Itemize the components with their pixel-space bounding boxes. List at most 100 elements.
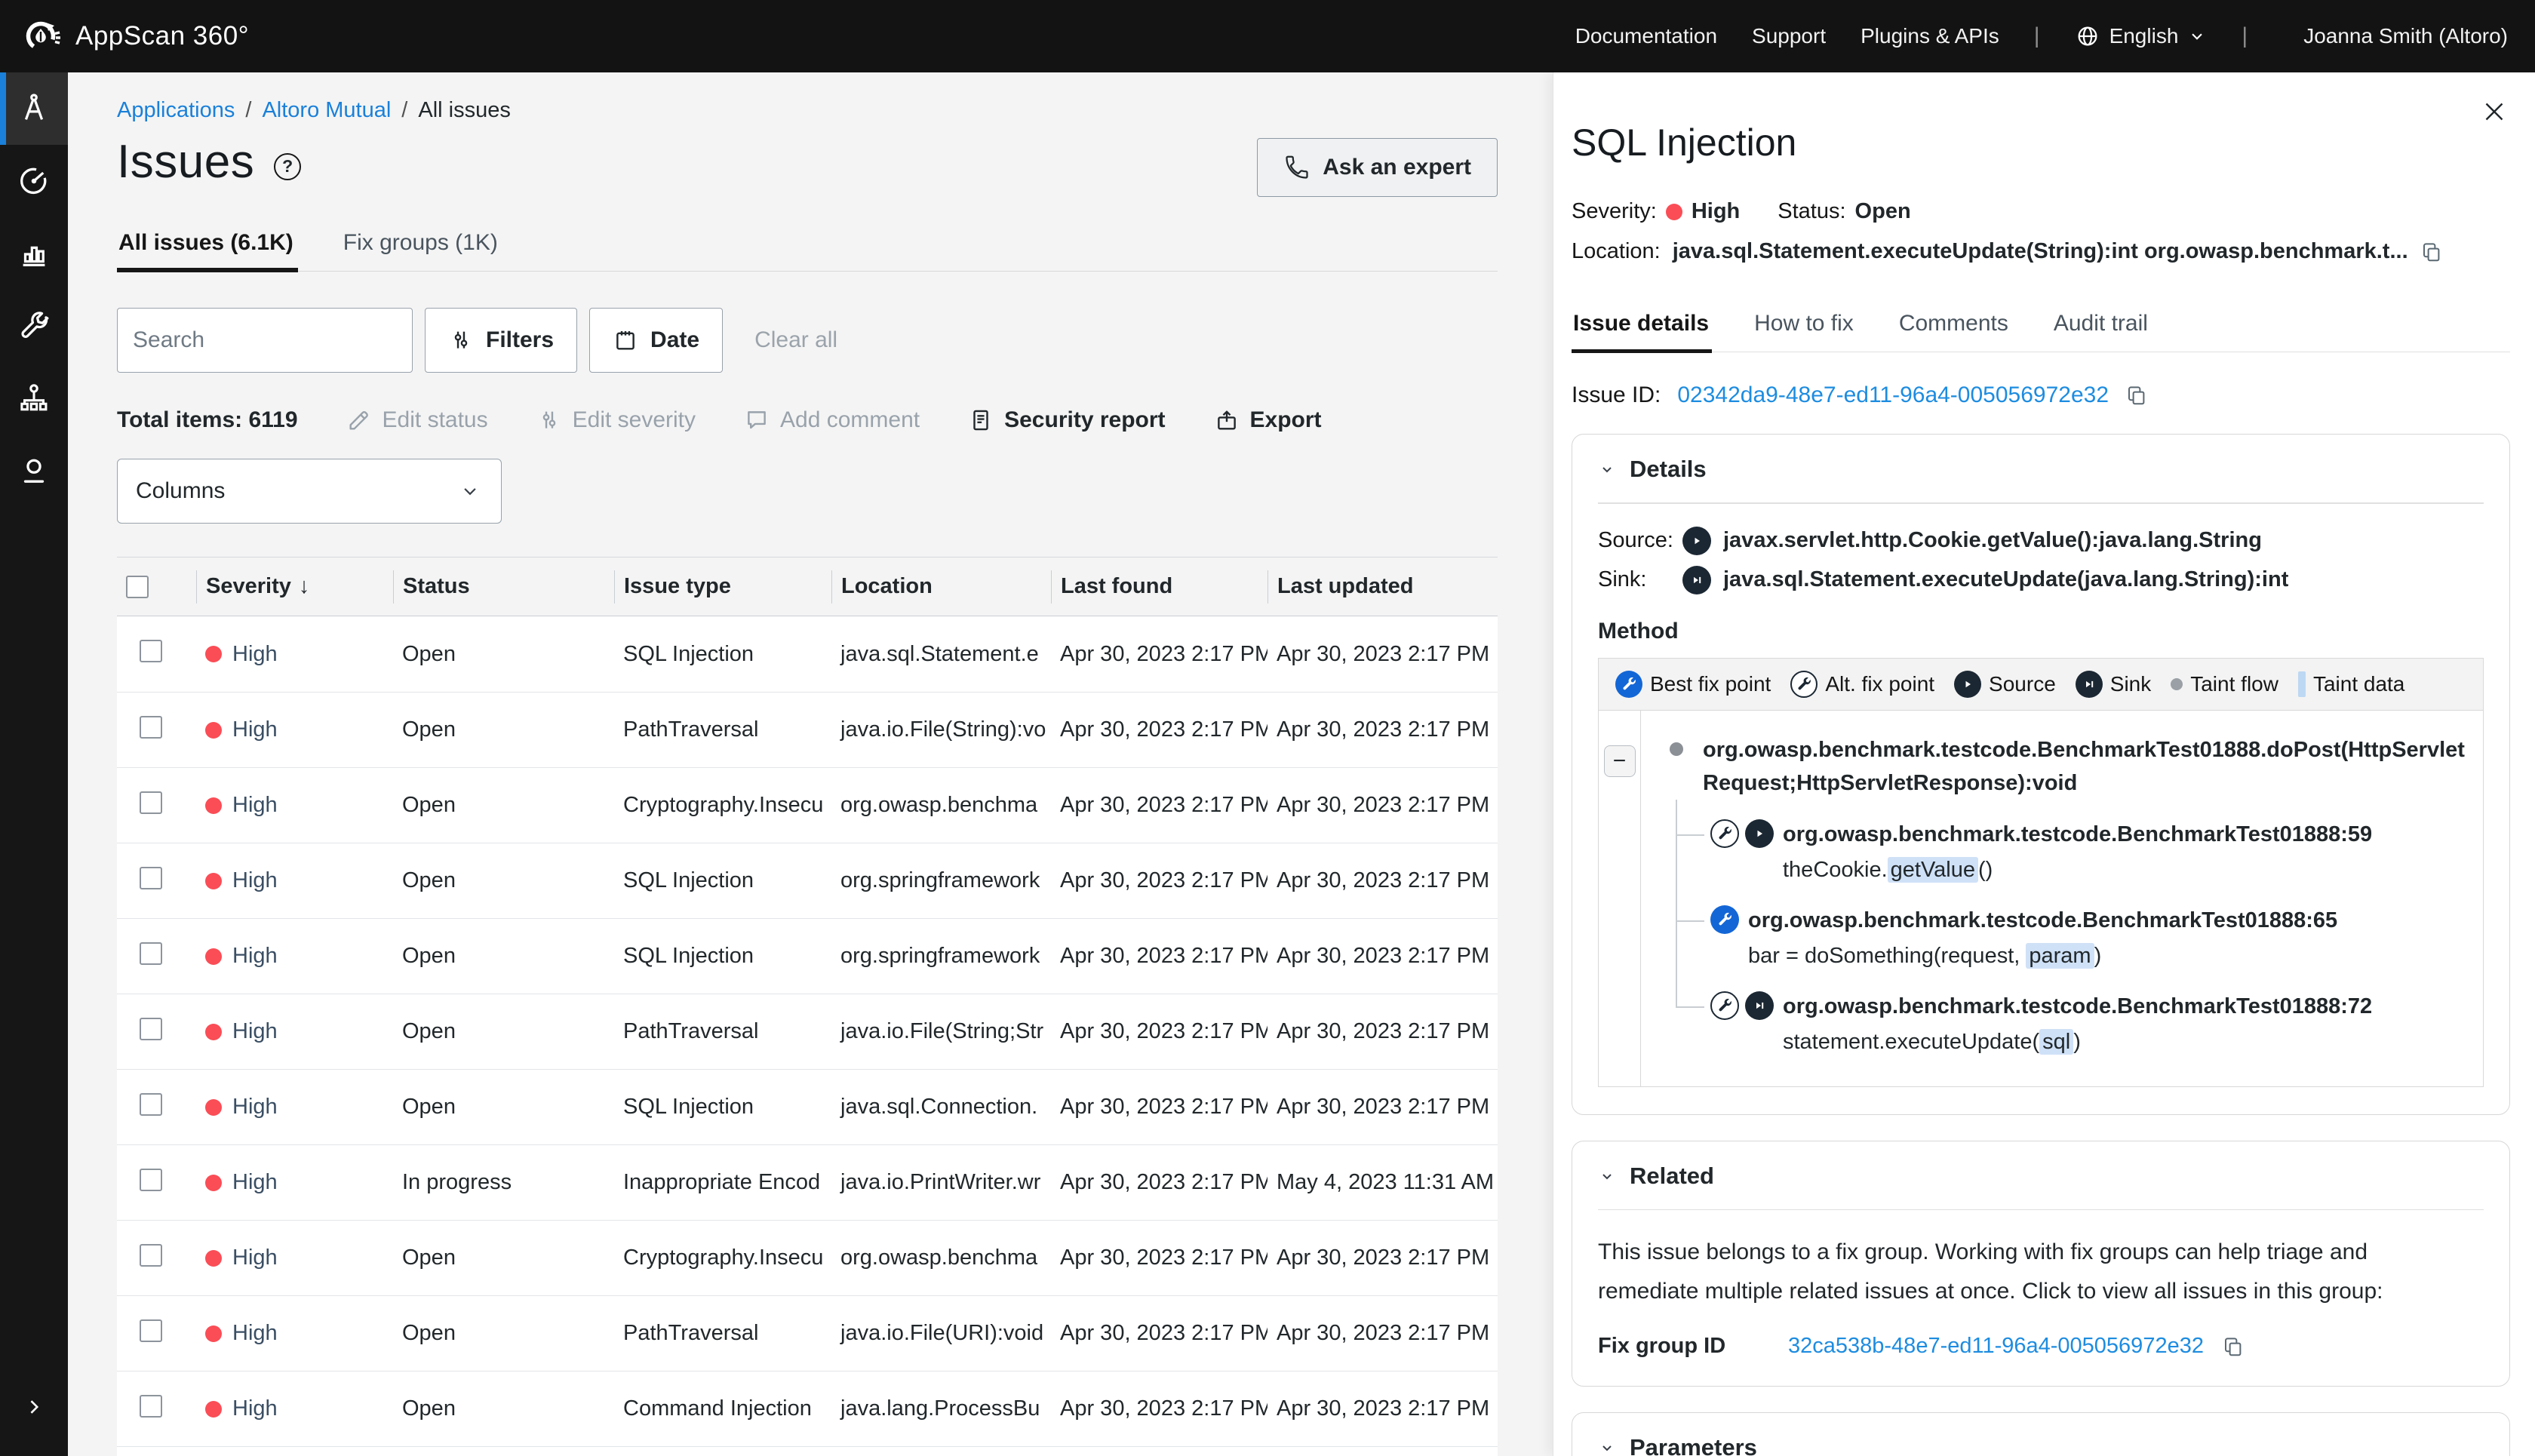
export-icon (1214, 407, 1240, 433)
columns-dropdown-value: Columns (136, 478, 225, 504)
date-button[interactable]: Date (589, 308, 723, 373)
columns-dropdown[interactable]: Columns (117, 459, 502, 524)
trace-node-title: org.owasp.benchmark.testcode.BenchmarkTe… (1783, 822, 2372, 846)
trace-node-code: theCookie.getValue() (1783, 854, 2372, 886)
header-last-updated[interactable]: Last updated (1268, 570, 1498, 604)
last-found-value: Apr 30, 2023 2:17 PM (1051, 944, 1268, 969)
tainted-token: param (2026, 943, 2094, 969)
table-row[interactable]: High In progress Inappropriate Encod jav… (117, 1144, 1498, 1220)
related-section-toggle[interactable]: Related (1598, 1163, 2484, 1190)
filters-button[interactable]: Filters (425, 308, 577, 373)
header-location[interactable]: Location (831, 570, 1051, 604)
table-row[interactable]: High Open PathTraversal java.io.File(URI… (117, 1295, 1498, 1371)
table-row[interactable]: High Open Command Injection java.lang.Pr… (117, 1371, 1498, 1446)
sidebar-item-org[interactable] (0, 362, 68, 435)
tab-how-to-fix[interactable]: How to fix (1753, 305, 1857, 352)
fix-group-id-link[interactable]: 32ca538b-48e7-ed11-96a4-005056972e32 (1788, 1334, 2204, 1359)
last-found-value: Apr 30, 2023 2:17 PM (1051, 642, 1268, 667)
row-checkbox[interactable] (140, 640, 162, 662)
call-trace-tree: org.owasp.benchmark.testcode.BenchmarkTe… (1641, 711, 2483, 1086)
issue-id-link[interactable]: 02342da9-48e7-ed11-96a4-005056972e32 (1677, 382, 2109, 408)
last-updated-value: Apr 30, 2023 2:17 PM (1268, 793, 1498, 818)
severity-high-dot (205, 646, 222, 662)
row-checkbox[interactable] (140, 1093, 162, 1116)
sink-icon (1745, 991, 1774, 1020)
row-checkbox[interactable] (140, 716, 162, 739)
table-row[interactable]: High Open PathTraversal java.io.File(Str… (117, 692, 1498, 767)
date-label: Date (650, 327, 699, 353)
tab-audit-trail[interactable]: Audit trail (2052, 305, 2151, 352)
sidebar-item-reports[interactable] (0, 217, 68, 290)
ask-expert-button[interactable]: Ask an expert (1257, 138, 1498, 197)
location-value: java.io.File(String;Str (831, 1019, 1051, 1044)
details-section-toggle[interactable]: Details (1598, 456, 2484, 483)
table-row[interactable]: High Open PathTraversal java.io.File(Str… (117, 994, 1498, 1069)
table-row[interactable]: High Open Cryptography.Insecu org.owasp.… (117, 1220, 1498, 1295)
issue-type-value: SQL Injection (614, 868, 831, 893)
row-checkbox[interactable] (140, 1018, 162, 1040)
edit-status-button[interactable]: Edit status (346, 407, 488, 433)
last-updated-value: Apr 30, 2023 2:17 PM (1268, 1246, 1498, 1270)
security-report-button[interactable]: Security report (968, 407, 1165, 433)
breadcrumb-applications[interactable]: Applications (117, 98, 235, 123)
nav-documentation[interactable]: Documentation (1575, 24, 1717, 48)
select-all-checkbox[interactable] (126, 576, 149, 598)
row-checkbox[interactable] (140, 791, 162, 814)
sidebar-expand-button[interactable] (0, 1394, 68, 1420)
table-row[interactable]: High In progress Inappropriate Encod jav… (117, 1446, 1498, 1456)
tab-comments[interactable]: Comments (1897, 305, 2011, 352)
trace-node-source[interactable]: org.owasp.benchmark.testcode.BenchmarkTe… (1677, 800, 2468, 886)
legend-taint-data: Taint data (2298, 671, 2404, 697)
header-last-found[interactable]: Last found (1051, 570, 1268, 604)
add-comment-button[interactable]: Add comment (744, 407, 920, 433)
header-status[interactable]: Status (393, 570, 614, 604)
row-checkbox[interactable] (140, 1244, 162, 1267)
nav-support[interactable]: Support (1752, 24, 1826, 48)
edit-severity-button[interactable]: Edit severity (536, 407, 696, 433)
severity-value: High (232, 717, 278, 742)
trace-node-sink[interactable]: org.owasp.benchmark.testcode.BenchmarkTe… (1677, 972, 2468, 1058)
sidebar-item-tools[interactable] (0, 290, 68, 362)
table-row[interactable]: High Open SQL Injection org.springframew… (117, 918, 1498, 994)
sidebar-item-scans[interactable] (0, 145, 68, 217)
tab-issue-details[interactable]: Issue details (1572, 305, 1712, 352)
nav-plugins-apis[interactable]: Plugins & APIs (1861, 24, 1999, 48)
tab-fix-groups[interactable]: Fix groups (1K) (342, 220, 502, 271)
tab-all-issues[interactable]: All issues (6.1K) (117, 220, 298, 271)
search-input[interactable] (133, 327, 424, 353)
table-row[interactable]: High Open Cryptography.Insecu org.owasp.… (117, 767, 1498, 843)
comment-icon (744, 407, 770, 433)
row-checkbox[interactable] (140, 1395, 162, 1418)
row-checkbox[interactable] (140, 867, 162, 889)
header-issue-type[interactable]: Issue type (614, 570, 831, 604)
copy-fix-group-id-button[interactable] (2222, 1335, 2245, 1358)
sidebar-item-applications[interactable] (0, 72, 68, 145)
row-checkbox[interactable] (140, 1169, 162, 1191)
alt-fix-point-icon (1790, 671, 1818, 698)
parameters-section-toggle[interactable]: Parameters (1598, 1434, 2484, 1456)
user-menu[interactable]: Joanna Smith (Altoro) (2303, 24, 2508, 48)
help-icon[interactable]: ? (274, 153, 301, 180)
copy-location-button[interactable] (2420, 241, 2443, 263)
report-document-icon (968, 407, 994, 433)
table-row[interactable]: High Open SQL Injection java.sql.Connect… (117, 1069, 1498, 1144)
language-selector[interactable]: English (2075, 23, 2208, 49)
export-button[interactable]: Export (1214, 407, 1322, 433)
breadcrumb-altoro-mutual[interactable]: Altoro Mutual (262, 98, 391, 123)
row-checkbox[interactable] (140, 1319, 162, 1342)
collapse-trace-button[interactable]: − (1604, 745, 1636, 777)
table-row[interactable]: High Open SQL Injection java.sql.Stateme… (117, 616, 1498, 692)
clear-all-button[interactable]: Clear all (754, 327, 837, 353)
issue-type-value: Cryptography.Insecu (614, 1246, 831, 1270)
severity-value: High (232, 1246, 278, 1270)
issue-type-value: PathTraversal (614, 1019, 831, 1044)
trace-legend: Best fix point Alt. fix point Source (1599, 659, 2483, 711)
close-panel-button[interactable] (2481, 98, 2508, 125)
trace-node-best-fix[interactable]: org.owasp.benchmark.testcode.BenchmarkTe… (1677, 886, 2468, 972)
table-row[interactable]: High Open SQL Injection org.springframew… (117, 843, 1498, 918)
row-checkbox[interactable] (140, 942, 162, 965)
table-header-row: Severity ↓ Status Issue type Location La… (117, 557, 1498, 616)
copy-issue-id-button[interactable] (2125, 384, 2148, 407)
sidebar-item-user-admin[interactable] (0, 435, 68, 507)
header-severity[interactable]: Severity ↓ (196, 570, 393, 604)
